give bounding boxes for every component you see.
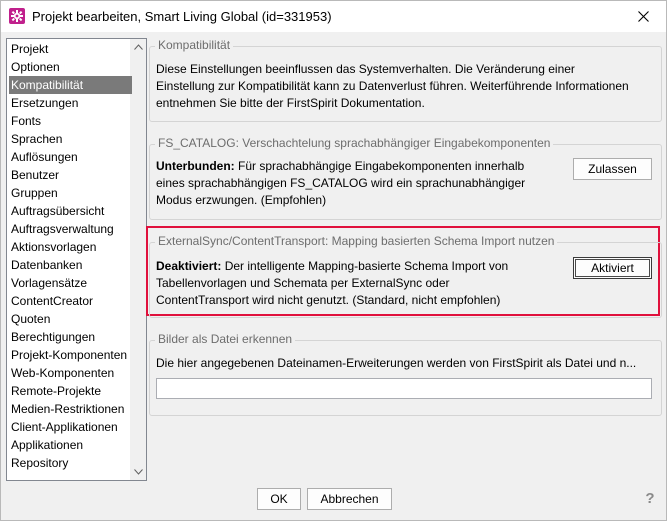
close-icon — [637, 11, 649, 22]
chevron-down-icon — [133, 469, 143, 475]
sidebar-item[interactable]: Vorlagensätze — [9, 274, 132, 292]
bilder-legend: Bilder als Datei erkennen — [155, 332, 296, 346]
sidebar-item[interactable]: Berechtigungen — [9, 328, 132, 346]
sidebar-item[interactable]: Projekt-Komponenten — [9, 346, 132, 364]
sidebar-item[interactable]: Remote-Projekte — [9, 382, 132, 400]
sidebar-item[interactable]: Projekt — [9, 40, 132, 58]
sidebar-item[interactable]: Benutzer — [9, 166, 132, 184]
scroll-down-button[interactable] — [130, 464, 146, 480]
file-extensions-input[interactable] — [156, 378, 652, 399]
description-line: Tabellenvorlagen und Schemata per Extern… — [156, 276, 450, 290]
fs-catalog-status: Unterbunden: — [156, 159, 235, 173]
title-bar: Projekt bearbeiten, Smart Living Global … — [1, 1, 666, 32]
description-line: Der intelligente Mapping-basierte Schema… — [221, 259, 509, 273]
description-line: entnehmen Sie bitte der FirstSpirit Doku… — [156, 96, 425, 110]
sidebar-item[interactable]: Auflösungen — [9, 148, 132, 166]
sidebar-item[interactable]: Kompatibilität — [9, 76, 132, 94]
vertical-scrollbar[interactable] — [130, 39, 146, 480]
fs-catalog-legend: FS_CATALOG: Verschachtelung sprachabhäng… — [155, 136, 554, 150]
dialog-window: Projekt bearbeiten, Smart Living Global … — [0, 0, 667, 521]
sidebar-item[interactable]: Gruppen — [9, 184, 132, 202]
category-list[interactable]: Projekt Optionen Kompatibilität Ersetzungen… — [6, 38, 147, 481]
sidebar-item[interactable]: Client-Applikationen — [9, 418, 132, 436]
kompatibilitaet-legend: Kompatibilität — [155, 38, 234, 52]
sidebar-item[interactable]: Quoten — [9, 310, 132, 328]
zulassen-button[interactable]: Zulassen — [573, 158, 652, 180]
description-line: eines sprachabhängigen FS_CATALOG wird e… — [156, 176, 526, 190]
ok-button[interactable]: OK — [257, 488, 301, 510]
bilder-description: Die hier angegebenen Dateinamen-Erweiter… — [156, 356, 637, 370]
sidebar-item[interactable]: Aktionsvorlagen — [9, 238, 132, 256]
cancel-button[interactable]: Abbrechen — [307, 488, 392, 510]
sidebar-item[interactable]: Auftragsverwaltung — [9, 220, 132, 238]
help-icon[interactable]: ? — [642, 490, 658, 508]
description-line: Diese Einstellungen beeinflussen das Sys… — [156, 62, 575, 76]
sidebar-item[interactable]: Sprachen — [9, 130, 132, 148]
scroll-up-button[interactable] — [130, 39, 146, 55]
external-sync-legend: ExternalSync/ContentTransport: Mapping b… — [155, 234, 558, 248]
description-line: ContentTransport wird nicht genutzt. (St… — [156, 293, 501, 307]
sidebar-item[interactable]: Ersetzungen — [9, 94, 132, 112]
description-line: Einstellung zur Kompatibilität kann zu D… — [156, 79, 629, 93]
description-line: Modus erzwungen. (Empfohlen) — [156, 193, 327, 207]
settings-panel: Kompatibilität Diese Einstellungen beein… — [146, 38, 662, 479]
sidebar-item[interactable]: Applikationen — [9, 436, 132, 454]
kompatibilitaet-description: Diese Einstellungen beeinflussen das Sys… — [156, 61, 656, 112]
sidebar-item[interactable]: Auftragsübersicht — [9, 202, 132, 220]
sidebar-item[interactable]: Medien-Restriktionen — [9, 400, 132, 418]
sidebar-item[interactable]: Datenbanken — [9, 256, 132, 274]
close-button[interactable] — [620, 1, 666, 32]
fs-catalog-description: Unterbunden: Für sprachabhängige Eingabe… — [156, 158, 566, 209]
sidebar-item[interactable]: Fonts — [9, 112, 132, 130]
sidebar-item[interactable]: Repository — [9, 454, 132, 472]
external-sync-status: Deaktiviert: — [156, 259, 222, 273]
chevron-up-icon — [133, 44, 143, 50]
sidebar-item[interactable]: Web-Komponenten — [9, 364, 132, 382]
description-line: Für sprachabhängige Eingabekomponenten i… — [234, 159, 525, 173]
sidebar-item[interactable]: Optionen — [9, 58, 132, 76]
sidebar-item[interactable]: ContentCreator — [9, 292, 132, 310]
window-title: Projekt bearbeiten, Smart Living Global … — [32, 9, 332, 24]
external-sync-description: Deaktiviert: Der intelligente Mapping-ba… — [156, 258, 566, 309]
gear-icon — [9, 8, 25, 24]
aktiviert-button[interactable]: Aktiviert — [573, 257, 652, 279]
